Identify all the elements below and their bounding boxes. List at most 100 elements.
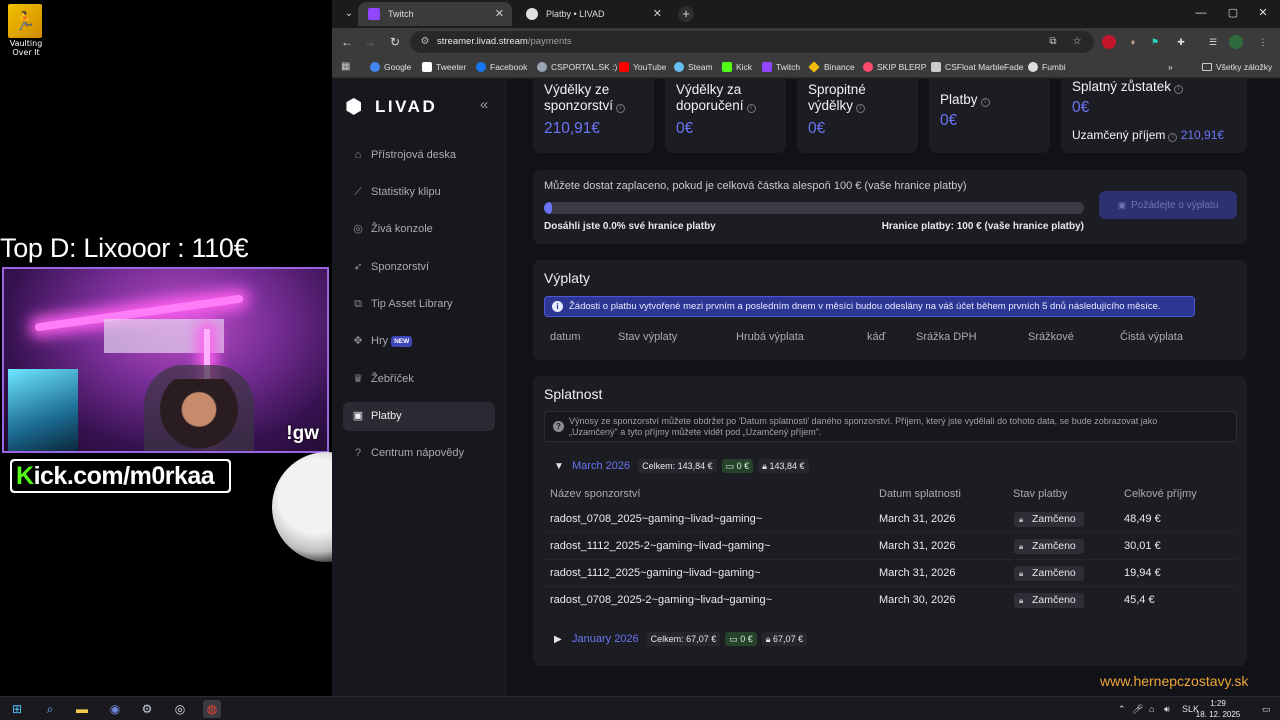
- caret-right-icon[interactable]: ▶: [554, 634, 568, 645]
- reading-list-icon[interactable]: ☰: [1206, 35, 1220, 49]
- tab-title: Platby • LIVAD: [546, 9, 605, 19]
- info-icon[interactable]: i: [1174, 85, 1184, 94]
- sponsorship-name: radost_1112_2025~gaming~livad~gaming~: [550, 567, 761, 579]
- kick-k-letter: K: [16, 462, 34, 490]
- sidebar-item-leaderboard[interactable]: ♛ Žebříček: [343, 365, 495, 394]
- search-icon[interactable]: ⌕: [41, 700, 59, 718]
- bookmark-tweeter[interactable]: Tweeter: [422, 56, 466, 78]
- network-icon[interactable]: ⌂: [1149, 701, 1154, 717]
- sponsorship-name: radost_0708_2025-2~gaming~livad~gaming~: [550, 594, 773, 606]
- month-group-january[interactable]: ▶ January 2026 Celkem: 67,07 € ▭ 0 € 🔒︎ …: [554, 631, 812, 647]
- info-icon[interactable]: i: [616, 104, 626, 113]
- url-text: streamer.livad.stream/payments: [437, 31, 572, 53]
- payout-threshold-card: Můžete dostat zaplaceno, pokud je celkov…: [533, 170, 1247, 244]
- extension-red-icon[interactable]: [1102, 35, 1116, 49]
- steam-icon[interactable]: ⚙: [138, 700, 156, 718]
- livad-logo[interactable]: ⬢ LIVAD: [345, 94, 437, 120]
- month-group-march[interactable]: ▼ March 2026 Celkem: 143,84 € ▭ 0 € 🔒︎ 1…: [554, 458, 814, 474]
- address-bar[interactable]: ⚙ streamer.livad.stream/payments ⧉ ☆: [410, 31, 1094, 53]
- extension-bulb-icon[interactable]: ♦: [1126, 35, 1140, 49]
- tray-overflow-icon[interactable]: ⌃: [1118, 701, 1126, 717]
- bookmark-twitch[interactable]: Twitch: [762, 56, 800, 78]
- extensions-puzzle-icon[interactable]: ✚: [1174, 35, 1188, 49]
- stream-overlay: 🏃 Vaulting Over It Top D: Lixooor : 110€…: [0, 0, 332, 696]
- new-badge: NEW: [391, 336, 413, 347]
- month-name[interactable]: March 2026: [572, 460, 630, 472]
- close-tab-icon[interactable]: ✕: [653, 2, 662, 26]
- bookmark-google[interactable]: Google: [370, 56, 411, 78]
- close-tab-icon[interactable]: ✕: [495, 2, 504, 26]
- reload-icon[interactable]: ↻: [385, 32, 405, 52]
- collapse-sidebar-icon[interactable]: «: [480, 96, 488, 113]
- bookmark-youtube[interactable]: YouTube: [619, 56, 666, 78]
- all-bookmarks-folder[interactable]: Všetky záložky: [1202, 56, 1272, 78]
- bookmark-steam[interactable]: Steam: [674, 56, 713, 78]
- sidebar-item-dashboard[interactable]: ⌂ Přístrojová deska: [343, 141, 495, 170]
- trophy-icon: ♛: [353, 373, 363, 385]
- maximize-icon[interactable]: ▢: [1216, 0, 1250, 28]
- request-payout-button[interactable]: ▣ Požádejte o výplatu: [1099, 191, 1237, 219]
- back-icon[interactable]: ←: [337, 32, 357, 52]
- install-app-icon[interactable]: ⧉: [1046, 35, 1060, 49]
- forward-icon[interactable]: →: [360, 32, 380, 52]
- sidebar-item-help-center[interactable]: ? Centrum nápovědy: [343, 439, 495, 468]
- browser-window: ⌄ Twitch ✕ Platby • LIVAD ✕ + — ▢ ✕ ← → …: [332, 0, 1280, 696]
- bookmark-binance[interactable]: Binance: [808, 56, 855, 78]
- month-name[interactable]: January 2026: [572, 633, 639, 645]
- col-date: datum: [550, 331, 581, 343]
- tab-search-icon[interactable]: ⌄: [338, 4, 360, 24]
- col-sponsorship-name: Název sponzorství: [550, 488, 641, 500]
- info-icon[interactable]: i: [856, 104, 866, 113]
- blerp-icon: [863, 62, 873, 72]
- info-icon[interactable]: i: [980, 98, 990, 107]
- menu-kebab-icon[interactable]: ⋮: [1256, 35, 1270, 49]
- notifications-icon[interactable]: ▭: [1262, 701, 1271, 717]
- info-icon[interactable]: i: [1168, 133, 1178, 142]
- payouts-title: Výplaty: [544, 270, 590, 286]
- bookmark-csfloat[interactable]: CSFloat MarbleFade: [931, 56, 1023, 78]
- bookmark-kick[interactable]: Kick: [722, 56, 752, 78]
- bookmark-skip-blerp[interactable]: SKIP BLERP: [863, 56, 926, 78]
- threshold-text: Můžete dostat zaplaceno, pokud je celkov…: [544, 180, 967, 192]
- discord-icon[interactable]: ◉: [106, 700, 124, 718]
- tab-twitch[interactable]: Twitch ✕: [358, 2, 512, 26]
- start-icon[interactable]: ⊞: [8, 700, 26, 718]
- game-shortcut-icon[interactable]: 🏃: [8, 4, 42, 38]
- system-clock[interactable]: 1:29 18. 12. 2025: [1194, 698, 1242, 720]
- twitch-icon: [762, 62, 772, 72]
- obs-icon[interactable]: ◎: [171, 700, 189, 718]
- bookmark-facebook[interactable]: Facebook: [476, 56, 527, 78]
- volume-icon[interactable]: 🔊︎: [1164, 701, 1170, 717]
- microphone-icon[interactable]: 🎤︎: [1132, 701, 1143, 717]
- stat-value: 0€: [940, 112, 958, 129]
- sidebar-item-sponsorships[interactable]: ➶ Sponzorství: [343, 253, 495, 282]
- tab-livad-payments[interactable]: Platby • LIVAD ✕: [516, 2, 670, 26]
- sidebar-item-tip-asset-library[interactable]: ⧉ Tip Asset Library: [343, 290, 495, 319]
- site-info-icon[interactable]: ⚙: [418, 35, 432, 49]
- csfloat-icon: [931, 62, 941, 72]
- file-explorer-icon[interactable]: ▬: [73, 700, 91, 718]
- chrome-icon[interactable]: ◍: [203, 700, 221, 718]
- kick-channel-url: ick.com/m0rkaa: [33, 462, 215, 490]
- sidebar-item-games[interactable]: ✥ Hry NEW: [343, 327, 495, 356]
- extension-cyan-icon[interactable]: ⚑: [1148, 35, 1162, 49]
- sidebar-item-live-console[interactable]: ◎ Živá konzole: [343, 215, 495, 244]
- sidebar-item-payments[interactable]: ▣ Platby: [343, 402, 495, 431]
- close-window-icon[interactable]: ✕: [1246, 0, 1280, 28]
- livad-favicon-icon: [526, 8, 538, 20]
- col-kad: káď: [867, 331, 886, 343]
- bookmark-fumbi[interactable]: Fumbi: [1028, 56, 1066, 78]
- minimize-icon[interactable]: —: [1184, 0, 1218, 28]
- tab-title: Twitch: [388, 9, 414, 19]
- cash-icon: ▭: [729, 634, 741, 644]
- maturity-notice: ? Výnosy ze sponzorství můžete obdržet po…: [544, 411, 1237, 442]
- bookmark-csportal[interactable]: CSPORTAL.SK :): [537, 56, 617, 78]
- info-icon[interactable]: i: [746, 104, 756, 113]
- sidebar-item-clip-stats[interactable]: ⟋ Statistiky klipu: [343, 178, 495, 207]
- bookmark-star-icon[interactable]: ☆: [1070, 35, 1084, 49]
- apps-grid-icon[interactable]: ▦: [341, 61, 353, 73]
- bookmarks-overflow-button[interactable]: »: [1168, 56, 1173, 78]
- new-tab-button[interactable]: +: [678, 6, 694, 22]
- caret-down-icon[interactable]: ▼: [554, 461, 568, 472]
- profile-avatar-icon[interactable]: [1229, 35, 1243, 49]
